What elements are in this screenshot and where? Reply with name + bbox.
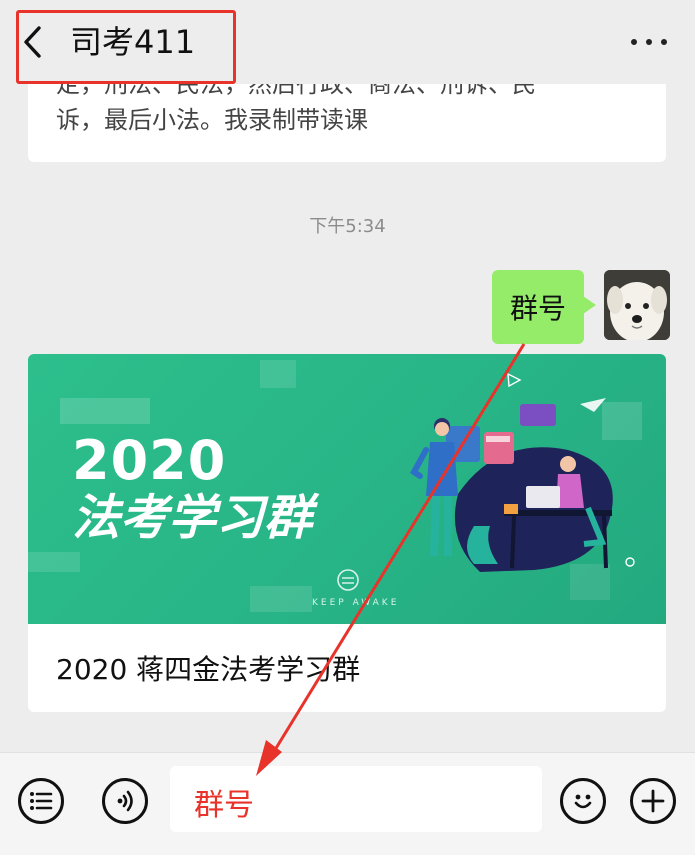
voice-button[interactable] — [102, 778, 148, 824]
banner-text: 2020 法考学习群 — [72, 429, 313, 547]
avatar[interactable] — [604, 270, 670, 340]
message-input[interactable]: 群号 — [170, 766, 542, 832]
dog-avatar-icon — [604, 270, 670, 340]
back-arrow-icon — [24, 26, 41, 58]
chat-header: 司考411 — [0, 0, 695, 84]
voice-icon — [117, 790, 133, 812]
banner-brand: KEEP AWAKE — [312, 598, 400, 608]
more-dot-icon — [661, 39, 667, 45]
bubble-text: 群号 — [509, 292, 566, 325]
plus-icon — [641, 789, 665, 813]
text-message[interactable]: 定，刑法、民法，然后行政、商法、刑诉、民 诉，最后小法。我录制带读课 — [28, 76, 666, 162]
add-button[interactable] — [630, 778, 676, 824]
list-icon — [30, 792, 53, 810]
more-dot-icon — [646, 39, 652, 45]
card-banner: 2020 法考学习群 KEEP AWAKE — [28, 354, 666, 624]
message-line: 诉，最后小法。我录制带读课 — [56, 106, 368, 134]
back-button[interactable] — [22, 22, 50, 62]
sent-bubble[interactable]: 群号 — [492, 270, 596, 344]
more-dot-icon — [631, 39, 637, 45]
message-text: 定，刑法、民法，然后行政、商法、刑诉、民 诉，最后小法。我录制带读课 — [56, 76, 646, 138]
emoji-button[interactable] — [560, 778, 606, 824]
link-card[interactable]: 2020 法考学习群 KEEP AWAKE 2020 蒋四金法考学习群 — [28, 354, 666, 712]
card-title: 2020 蒋四金法考学习群 — [56, 653, 361, 686]
input-text: 群号 — [194, 788, 254, 823]
banner-title: 法考学习群 — [72, 490, 313, 546]
smiley-icon — [574, 794, 592, 809]
menu-button[interactable] — [18, 778, 64, 824]
chat-title: 司考411 — [70, 23, 196, 61]
banner-year: 2020 — [72, 429, 227, 492]
timestamp: 下午5:34 — [309, 216, 386, 237]
more-button[interactable] — [631, 28, 667, 56]
